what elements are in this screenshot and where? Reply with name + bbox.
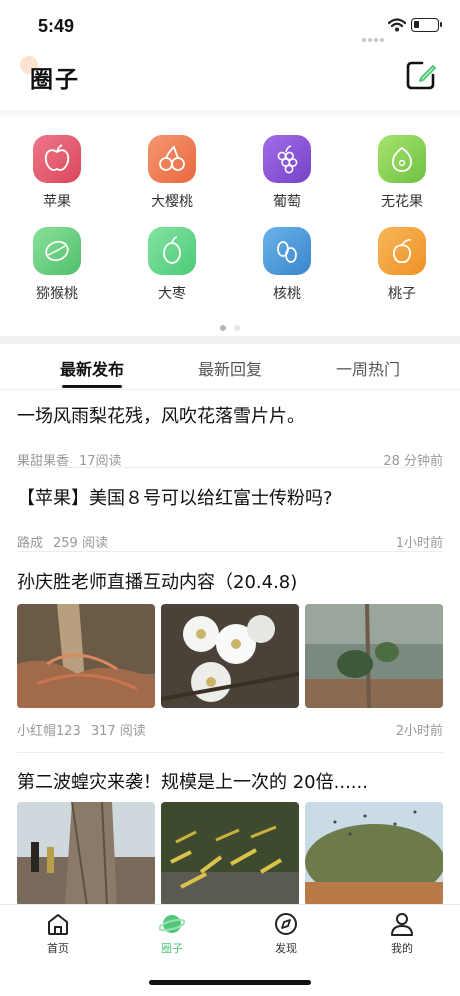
category-label: 葡萄 xyxy=(273,194,301,210)
nav-label: 圈子 xyxy=(161,942,183,955)
tab-latest-replies[interactable]: 最新回复 xyxy=(170,356,290,380)
category-label: 大枣 xyxy=(158,286,186,302)
category-grid: 苹果 大樱桃 葡萄 无花果 猕猴桃 大枣 核桃 桃子 xyxy=(0,130,460,310)
category-label: 大樱桃 xyxy=(151,194,193,210)
category-fig[interactable]: 无花果 xyxy=(357,130,447,216)
nav-home[interactable]: 首页 xyxy=(18,911,98,956)
category-label: 桃子 xyxy=(388,286,416,302)
category-pager xyxy=(0,316,460,331)
category-grape[interactable]: 葡萄 xyxy=(242,130,332,216)
post-reads: 259 阅读 xyxy=(53,536,108,551)
post-image[interactable] xyxy=(161,604,299,708)
tab-weekly-hot[interactable]: 一周热门 xyxy=(308,356,428,380)
category-label: 核桃 xyxy=(273,286,301,302)
walnut-icon xyxy=(263,227,311,275)
category-walnut[interactable]: 核桃 xyxy=(242,222,332,308)
circle-planet-icon xyxy=(159,915,185,933)
post-title[interactable]: 孙庆胜老师直播互动内容（20.4.8) xyxy=(17,568,443,594)
fig-icon xyxy=(378,135,426,183)
category-cherry[interactable]: 大樱桃 xyxy=(127,130,217,216)
category-label: 无花果 xyxy=(381,194,423,210)
post-meta: 小红帽123 317 阅读 xyxy=(17,720,146,739)
jujube-icon xyxy=(148,227,196,275)
page-title: 圈子 xyxy=(30,67,80,93)
header-divider xyxy=(0,110,460,118)
post-image[interactable] xyxy=(305,604,443,708)
post-image[interactable] xyxy=(17,802,155,906)
post-title[interactable]: 第二波蝗灾来袭！规模是上一次的 20倍...... xyxy=(17,768,443,794)
battery-icon xyxy=(411,18,442,32)
page-header: 圈子 xyxy=(0,50,460,110)
apple-icon xyxy=(33,135,81,183)
category-apple[interactable]: 苹果 xyxy=(12,130,102,216)
nav-circle[interactable]: 圈子 xyxy=(132,911,212,956)
category-kiwi[interactable]: 猕猴桃 xyxy=(12,222,102,308)
grape-icon xyxy=(263,135,311,183)
nav-label: 发现 xyxy=(275,942,297,955)
category-label: 苹果 xyxy=(43,194,71,210)
post-time: 1小时前 xyxy=(395,536,443,551)
post-divider xyxy=(17,467,443,468)
post-title[interactable]: 【苹果】美国８号可以给红富士传粉吗? xyxy=(17,484,443,510)
section-divider xyxy=(0,336,460,344)
kiwi-icon xyxy=(33,227,81,275)
post-meta: 路成 259 阅读 xyxy=(17,532,108,551)
peach-icon xyxy=(378,227,426,275)
post-title[interactable]: 一场风雨梨花残，风吹花落雪片片。 xyxy=(17,402,443,428)
post-divider xyxy=(17,752,443,753)
post-image[interactable] xyxy=(17,604,155,708)
pager-dot-active[interactable] xyxy=(220,325,226,331)
status-bar: 5:49 xyxy=(0,0,460,50)
nav-profile[interactable]: 我的 xyxy=(362,911,442,956)
post-item[interactable]: 【苹果】美国８号可以给红富士传粉吗? 路成 259 阅读 1小时前 xyxy=(17,484,443,552)
post-image[interactable] xyxy=(305,802,443,906)
wifi-icon xyxy=(388,18,406,32)
compose-button[interactable] xyxy=(404,58,438,92)
post-reads: 317 阅读 xyxy=(90,724,146,739)
compass-icon xyxy=(275,913,297,935)
home-icon xyxy=(48,914,68,935)
user-icon xyxy=(391,913,413,936)
category-jujube[interactable]: 大枣 xyxy=(127,222,217,308)
cherry-icon xyxy=(148,135,196,183)
feed-tabs: 最新发布 最新回复 一周热门 xyxy=(0,344,460,390)
nav-discover[interactable]: 发现 xyxy=(246,911,326,956)
active-tab-indicator xyxy=(62,385,122,388)
status-time: 5:49 xyxy=(38,16,75,36)
post-author[interactable]: 路成 xyxy=(17,536,43,551)
nav-label: 我的 xyxy=(391,942,413,955)
post-image[interactable] xyxy=(161,802,299,906)
post-divider xyxy=(17,551,443,552)
post-author[interactable]: 小红帽123 xyxy=(17,724,81,739)
post-item[interactable]: 第二波蝗灾来袭！规模是上一次的 20倍...... xyxy=(17,768,443,908)
signal-dots-icon xyxy=(362,27,386,46)
post-item[interactable]: 一场风雨梨花残，风吹花落雪片片。 果甜果香 17阅读 28 分钟前 xyxy=(17,402,443,470)
pager-dot[interactable] xyxy=(234,325,240,331)
category-label: 猕猴桃 xyxy=(36,286,78,302)
home-indicator[interactable] xyxy=(149,980,311,985)
category-peach[interactable]: 桃子 xyxy=(357,222,447,308)
tab-latest-posts[interactable]: 最新发布 xyxy=(32,356,152,380)
post-time: 2小时前 xyxy=(395,724,443,739)
nav-label: 首页 xyxy=(47,942,69,955)
post-item[interactable]: 孙庆胜老师直播互动内容（20.4.8) 小红帽123 317 阅读 2小时前 xyxy=(17,568,443,748)
